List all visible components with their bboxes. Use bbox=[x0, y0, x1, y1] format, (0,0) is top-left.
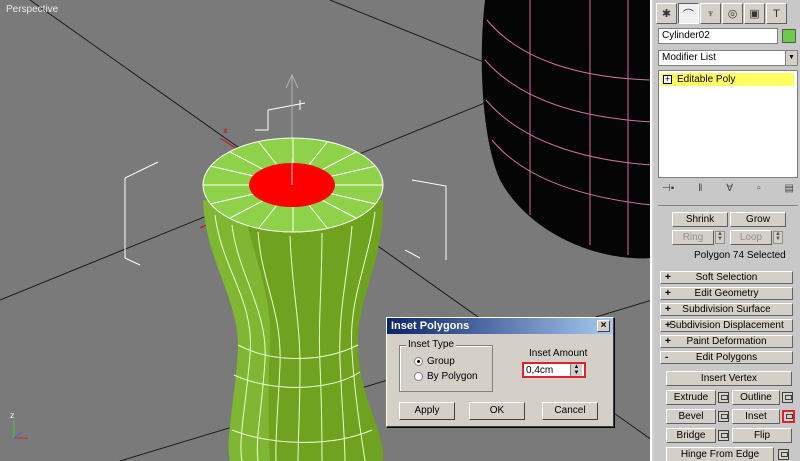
object-color-swatch[interactable] bbox=[782, 29, 796, 43]
dark-cylinder-object bbox=[481, 0, 650, 259]
shrink-button[interactable]: Shrink bbox=[672, 212, 728, 227]
stack-item-editable-poly[interactable]: + Editable Poly bbox=[661, 73, 794, 86]
pin-stack-icon[interactable]: ⊣▪ bbox=[662, 183, 674, 194]
radio-icon[interactable] bbox=[414, 357, 423, 366]
configure-sets-icon[interactable]: ▤ bbox=[785, 183, 794, 194]
motion-icon[interactable]: ◎ bbox=[722, 3, 743, 24]
inset-amount-spinner: ▲ ▼ bbox=[522, 362, 586, 378]
loop-button[interactable]: Loop bbox=[730, 230, 772, 245]
stack-item-label: Editable Poly bbox=[677, 74, 736, 85]
expand-icon[interactable]: + bbox=[663, 75, 672, 84]
make-unique-icon[interactable]: ∀ bbox=[726, 183, 733, 194]
flip-button[interactable]: Flip bbox=[732, 428, 792, 443]
inset-type-label: Inset Type bbox=[406, 339, 456, 350]
green-cylinder bbox=[202, 137, 384, 461]
dialog-title: Inset Polygons bbox=[391, 320, 470, 332]
ring-button[interactable]: Ring bbox=[672, 230, 714, 245]
inset-amount-field[interactable] bbox=[524, 364, 570, 376]
rollout-paint-deformation[interactable]: + Paint Deformation bbox=[660, 335, 793, 348]
radio-by-polygon[interactable]: By Polygon bbox=[414, 371, 478, 382]
insert-vertex-button[interactable]: Insert Vertex bbox=[666, 371, 792, 386]
chevron-down-icon[interactable]: ▼ bbox=[785, 51, 797, 65]
modify-icon[interactable]: ⌒ bbox=[678, 3, 699, 24]
panel-tabs: ✱ ⌒ ♆ ◎ ▣ T bbox=[654, 0, 800, 27]
modifier-list-dropdown[interactable]: Modifier List ▼ bbox=[658, 50, 798, 66]
bridge-button[interactable]: Bridge bbox=[666, 428, 716, 443]
display-icon[interactable]: ▣ bbox=[744, 3, 765, 24]
svg-text:x: x bbox=[223, 126, 228, 135]
spinner-arrows[interactable]: ▲ ▼ bbox=[570, 364, 582, 376]
rollout-subdivision-surface[interactable]: + Subdivision Surface bbox=[660, 303, 793, 316]
command-panel: ✱ ⌒ ♆ ◎ ▣ T Cylinder02 Modifier List ▼ +… bbox=[654, 0, 800, 461]
radio-group[interactable]: Group bbox=[414, 356, 455, 367]
ok-button[interactable]: OK bbox=[469, 402, 525, 420]
show-end-result-icon[interactable]: ǁ bbox=[698, 183, 702, 194]
create-icon[interactable]: ✱ bbox=[656, 3, 677, 24]
viewport-label[interactable]: Perspective bbox=[6, 4, 58, 15]
inset-type-group: Inset Type Group By Polygon bbox=[399, 339, 493, 392]
inset-polygons-dialog: Inset Polygons × Inset Type Group By Pol… bbox=[386, 317, 614, 427]
radio-icon[interactable] bbox=[414, 372, 423, 381]
outline-settings-icon[interactable] bbox=[782, 392, 793, 403]
axis-tripod: z bbox=[10, 411, 28, 439]
radio-label-by-polygon: By Polygon bbox=[427, 371, 478, 382]
grow-button[interactable]: Grow bbox=[730, 212, 786, 227]
hinge-settings-icon[interactable] bbox=[778, 449, 789, 460]
rollout-edit-geometry[interactable]: + Edit Geometry bbox=[660, 287, 793, 300]
radio-label-group: Group bbox=[427, 356, 455, 367]
selection-status: Polygon 74 Selected bbox=[694, 250, 786, 261]
rollout-soft-selection[interactable]: + Soft Selection bbox=[660, 271, 793, 284]
rollouts-area: Shrink Grow Ring ▲ ▼ Loop ▲ ▼ Polygon 74 S… bbox=[658, 205, 798, 461]
stack-toolbar: ⊣▪ ǁ ∀ ▫ ▤ bbox=[658, 180, 798, 196]
hinge-from-edge-button[interactable]: Hinge From Edge bbox=[666, 447, 774, 461]
bevel-button[interactable]: Bevel bbox=[666, 409, 716, 424]
bridge-settings-icon[interactable] bbox=[718, 430, 729, 441]
close-button[interactable]: × bbox=[597, 320, 610, 332]
outline-button[interactable]: Outline bbox=[732, 390, 780, 405]
apply-button[interactable]: Apply bbox=[399, 402, 455, 420]
utilities-icon[interactable]: T bbox=[766, 3, 787, 24]
rollout-subdivision-displacement[interactable]: + Subdivision Displacement bbox=[660, 319, 793, 332]
inset-settings-icon[interactable] bbox=[782, 410, 795, 423]
extrude-settings-icon[interactable] bbox=[718, 392, 729, 403]
loop-spinner-icon[interactable]: ▲ ▼ bbox=[773, 231, 783, 244]
rollout-edit-polygons[interactable]: - Edit Polygons bbox=[660, 351, 793, 364]
ring-spinner-icon[interactable]: ▲ ▼ bbox=[715, 231, 725, 244]
hierarchy-icon[interactable]: ♆ bbox=[700, 3, 721, 24]
spin-down-icon[interactable]: ▼ bbox=[571, 370, 582, 376]
cancel-button[interactable]: Cancel bbox=[542, 402, 598, 420]
bevel-settings-icon[interactable] bbox=[718, 411, 729, 422]
modifier-list-label: Modifier List bbox=[662, 52, 716, 63]
remove-modifier-icon[interactable]: ▫ bbox=[757, 183, 761, 194]
modifier-stack: + Editable Poly bbox=[658, 70, 798, 178]
extrude-button[interactable]: Extrude bbox=[666, 390, 716, 405]
inset-button[interactable]: Inset bbox=[732, 409, 780, 424]
svg-text:z: z bbox=[10, 411, 14, 420]
dialog-title-bar[interactable]: Inset Polygons × bbox=[387, 318, 613, 334]
object-name-field[interactable]: Cylinder02 bbox=[658, 28, 778, 44]
inset-amount-label: Inset Amount bbox=[529, 348, 588, 359]
